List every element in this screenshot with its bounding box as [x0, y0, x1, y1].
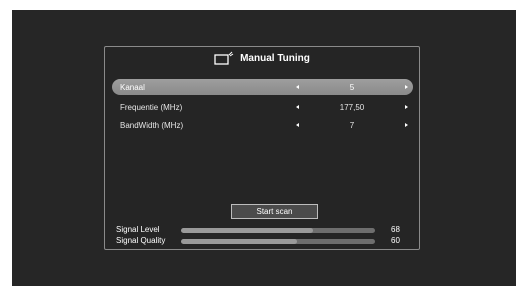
setting-value: 177,50: [339, 102, 365, 112]
setting-label: BandWidth (MHz): [120, 120, 184, 130]
setting-value: 7: [349, 120, 355, 130]
signal-quality-fill: [181, 239, 298, 244]
signal-quality-value: 60: [391, 236, 400, 245]
increase-arrow-icon[interactable]: [405, 123, 408, 127]
signal-level-bar: [181, 228, 375, 233]
setting-row-frequentie[interactable]: Frequentie (MHz) 177,50: [112, 99, 413, 115]
signal-level-label: Signal Level: [116, 225, 160, 234]
increase-arrow-icon[interactable]: [405, 85, 408, 89]
decrease-arrow-icon[interactable]: [296, 105, 299, 109]
signal-quality-bar: [181, 239, 375, 244]
decrease-arrow-icon[interactable]: [296, 123, 299, 127]
start-scan-button[interactable]: Start scan: [231, 204, 318, 219]
signal-level-value: 68: [391, 225, 400, 234]
setting-value: 5: [349, 82, 355, 92]
dialog-title-bar: Manual Tuning: [105, 47, 419, 69]
setting-label: Kanaal: [120, 82, 145, 92]
dialog-title: Manual Tuning: [240, 52, 310, 64]
decrease-arrow-icon[interactable]: [296, 85, 299, 89]
tv-antenna-icon: [214, 51, 234, 65]
setting-label: Frequentie (MHz): [120, 102, 183, 112]
setting-row-kanaal[interactable]: Kanaal 5: [112, 79, 413, 95]
setting-row-bandwidth[interactable]: BandWidth (MHz) 7: [112, 117, 413, 133]
signal-level-fill: [181, 228, 313, 233]
manual-tuning-dialog: Manual Tuning Kanaal 5 Frequentie (MHz) …: [104, 46, 420, 250]
tv-screen: Manual Tuning Kanaal 5 Frequentie (MHz) …: [12, 10, 516, 286]
increase-arrow-icon[interactable]: [405, 105, 408, 109]
signal-quality-label: Signal Quality: [116, 236, 166, 245]
